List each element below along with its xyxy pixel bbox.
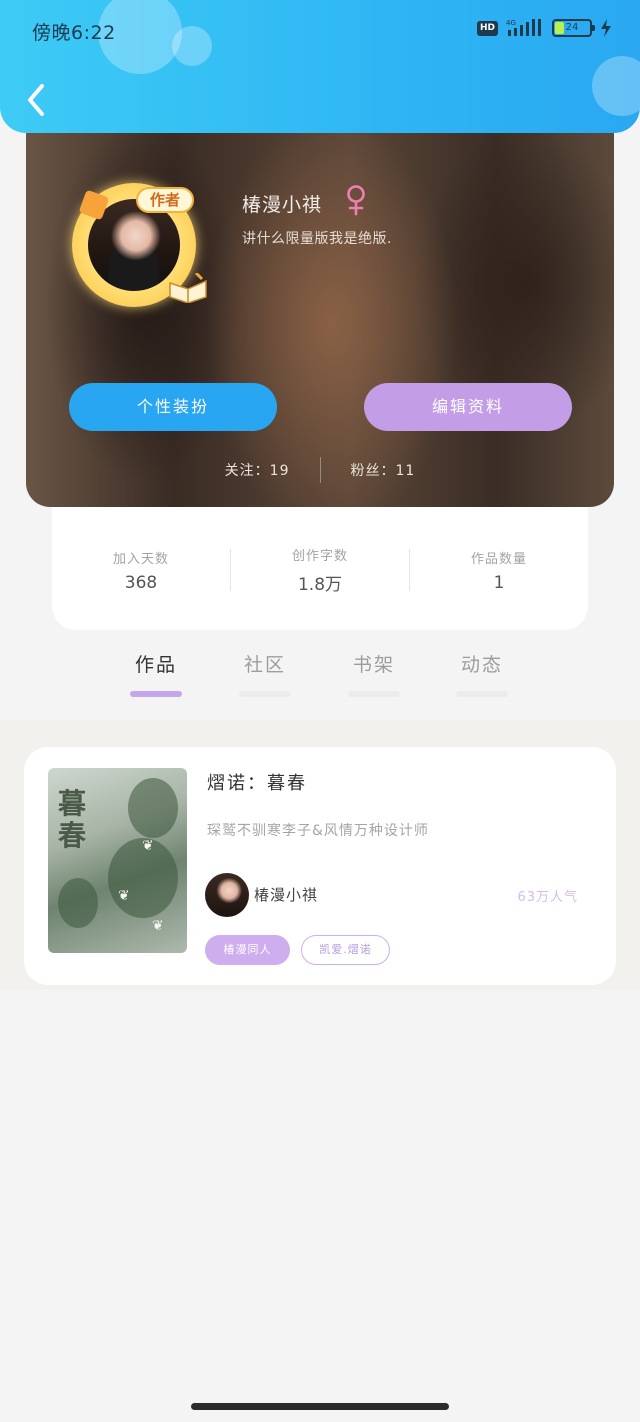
work-title[interactable]: 熠诺：暮春 [207, 769, 307, 795]
edit-profile-button[interactable]: 编辑资料 [364, 383, 572, 431]
stat-label: 创作字数 [291, 549, 348, 564]
following-count[interactable]: 关注：19 [195, 460, 320, 480]
stat-label: 作品数量 [470, 551, 527, 567]
work-card[interactable]: 暮 春 ❦ ❦ ❦ 熠诺：暮春 琛鹫不驯寒李子&风情万种设计师 椿漫小祺 63万… [24, 747, 616, 985]
author-avatar[interactable] [205, 873, 249, 917]
tab-activity[interactable]: 动态 [450, 650, 514, 697]
battery-level: 24 [565, 22, 579, 33]
tab-indicator [348, 691, 400, 697]
profile-card: 作者 椿漫小祺 讲什么限量版我是绝版. 个性装扮 编辑资料 关注：19 粉丝：1… [26, 100, 614, 507]
work-description: 琛鹫不驯寒李子&风情万种设计师 [207, 823, 429, 839]
butterfly-icon: ❦ [152, 918, 164, 934]
user-bio: 讲什么限量版我是绝版. [242, 231, 392, 247]
decor-bubble [172, 26, 212, 66]
butterfly-icon: ❦ [142, 838, 154, 854]
decorate-button[interactable]: 个性装扮 [69, 383, 277, 431]
book-cover[interactable]: 暮 春 ❦ ❦ ❦ [48, 768, 187, 953]
network-type: 4G [506, 19, 516, 27]
avatar[interactable]: 作者 [64, 173, 207, 313]
tab-indicator [239, 691, 291, 697]
decor-bubble [592, 56, 640, 116]
user-name: 椿漫小祺 [242, 194, 323, 216]
fans-count[interactable]: 粉丝：11 [321, 460, 446, 480]
tag[interactable]: 凯爱.熠诺 [301, 935, 390, 965]
status-time: 傍晚6:22 [32, 22, 116, 44]
charging-icon [601, 19, 611, 37]
tab-label: 社区 [243, 654, 286, 676]
stat-value: 1 [493, 572, 505, 593]
work-popularity: 63万人气 [517, 890, 578, 905]
tab-label: 书架 [352, 654, 395, 676]
tab-indicator [456, 691, 508, 697]
tab-community[interactable]: 社区 [233, 650, 297, 697]
female-icon [347, 185, 365, 216]
stat-works-count: 作品数量 1 [410, 548, 588, 593]
stat-label: 加入天数 [112, 551, 169, 567]
stat-value: 368 [124, 572, 158, 593]
header-bar: 傍晚6:22 HD 4G 24 [0, 0, 640, 133]
work-author[interactable]: 椿漫小祺 [254, 884, 318, 905]
works-list: 暮 春 ❦ ❦ ❦ 熠诺：暮春 琛鹫不驯寒李子&风情万种设计师 椿漫小祺 63万… [0, 720, 640, 990]
stat-join-days: 加入天数 368 [52, 548, 230, 593]
home-indicator[interactable] [191, 1403, 449, 1410]
follow-stats: 关注：19 粉丝：11 [26, 456, 614, 484]
stats-card: 加入天数 368 创作字数 1.8万 作品数量 1 [52, 500, 588, 630]
tab-works[interactable]: 作品 [124, 650, 188, 697]
stat-word-count: 创作字数 1.8万 [231, 545, 409, 595]
tab-bookshelf[interactable]: 书架 [342, 650, 406, 697]
back-button[interactable] [22, 80, 50, 120]
tab-bar: 作品 社区 书架 动态 [100, 650, 540, 704]
tab-label: 作品 [134, 654, 177, 676]
tab-indicator [130, 691, 182, 697]
stat-value: 1.8万 [297, 575, 343, 595]
author-badge: 作者 [136, 187, 194, 213]
status-icons: HD 4G 24 [476, 18, 612, 38]
hd-icon: HD [476, 20, 498, 36]
battery-icon: 24 [552, 19, 595, 37]
signal-icon: 4G [506, 19, 541, 36]
tag[interactable]: 椿漫同人 [205, 935, 290, 965]
butterfly-icon: ❦ [118, 888, 130, 904]
book-icon [169, 273, 207, 303]
tab-label: 动态 [460, 654, 503, 676]
cover-title: 暮 春 [58, 787, 87, 852]
